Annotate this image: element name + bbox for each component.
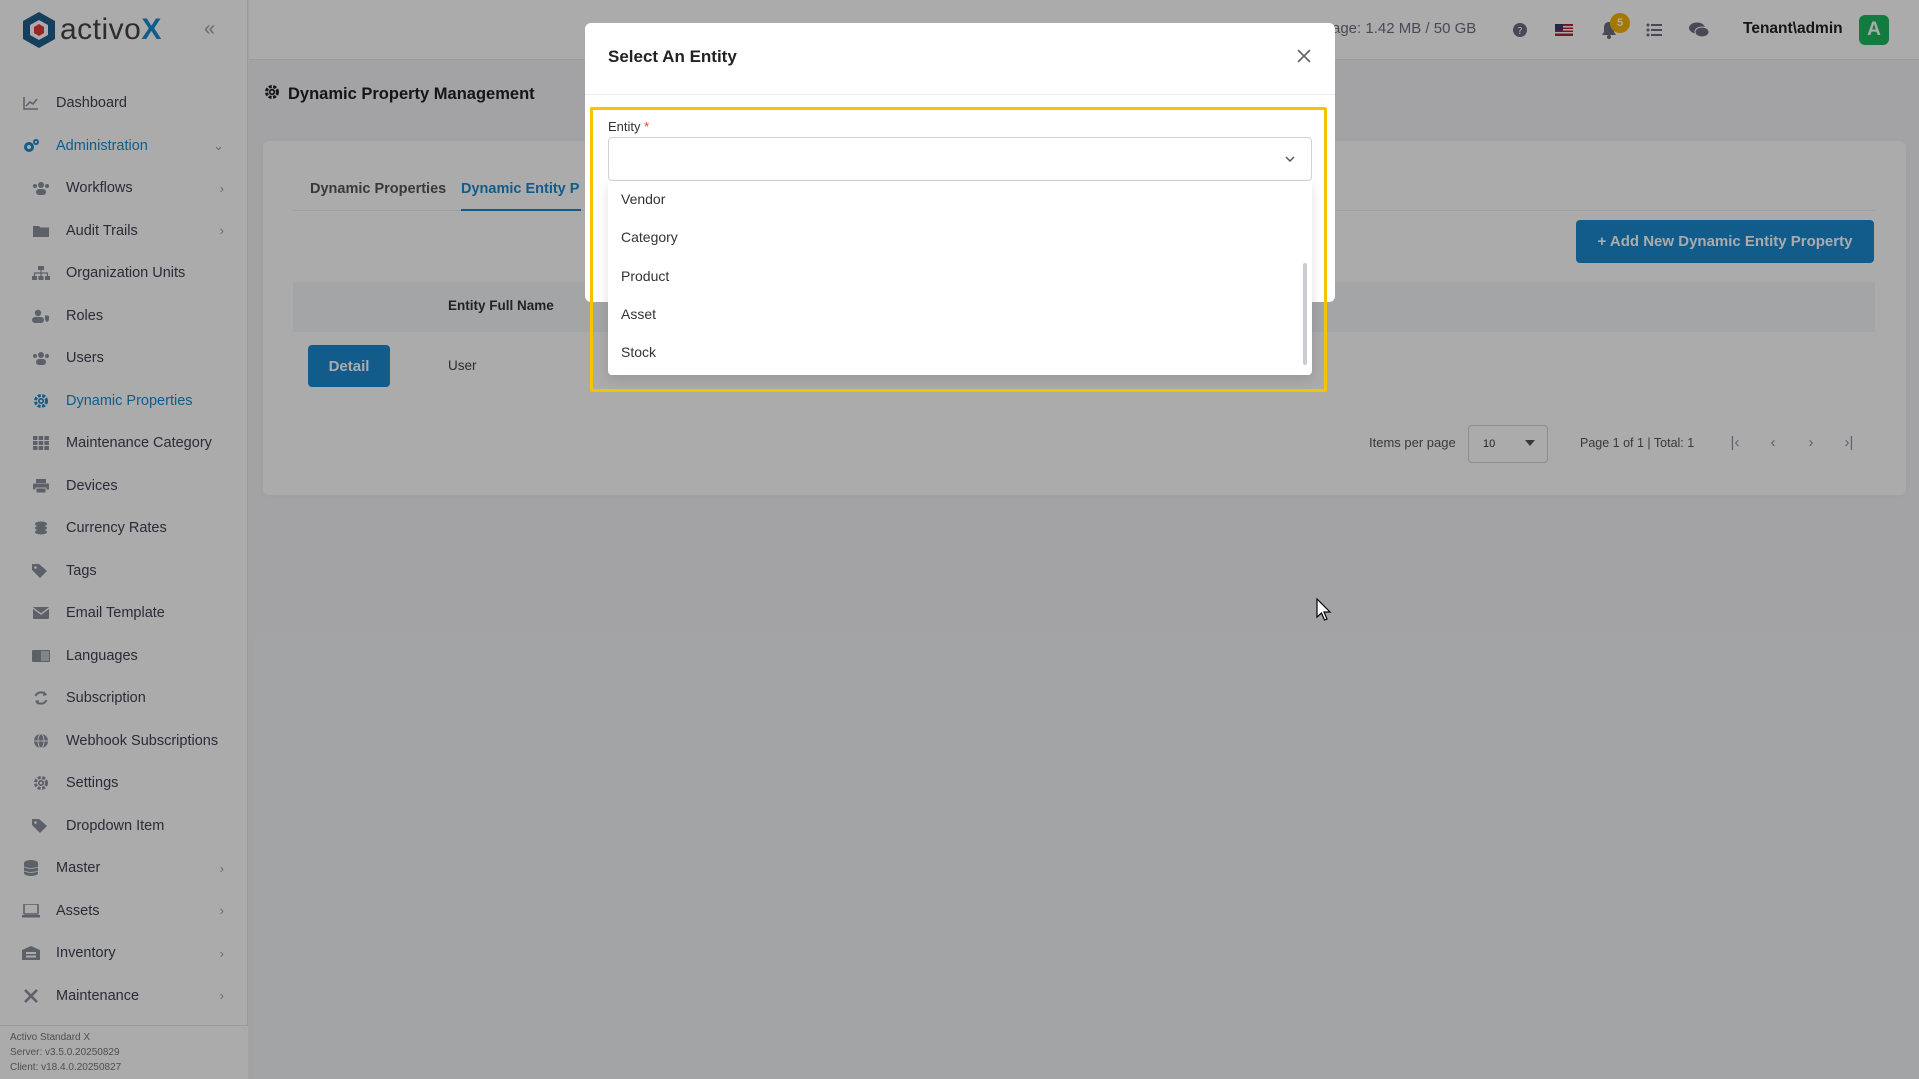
modal-header: Select An Entity (585, 23, 1335, 95)
dropdown-scrollbar[interactable] (1303, 263, 1307, 365)
entity-option-product[interactable]: Product (621, 268, 669, 284)
entity-select[interactable] (608, 137, 1312, 181)
entity-dropdown-list: Vendor Category Product Asset Stock (608, 181, 1312, 375)
entity-option-asset[interactable]: Asset (621, 306, 656, 322)
mouse-cursor-icon (1316, 597, 1332, 622)
close-icon[interactable] (1295, 47, 1315, 67)
entity-option-vendor[interactable]: Vendor (621, 191, 665, 207)
entity-option-category[interactable]: Category (621, 229, 678, 245)
entity-option-stock[interactable]: Stock (621, 344, 656, 360)
chevron-down-icon (1283, 152, 1297, 166)
entity-field-label: Entity * (608, 119, 649, 134)
required-marker: * (644, 119, 650, 134)
modal-title: Select An Entity (608, 47, 737, 66)
entity-label-text: Entity (608, 119, 641, 134)
